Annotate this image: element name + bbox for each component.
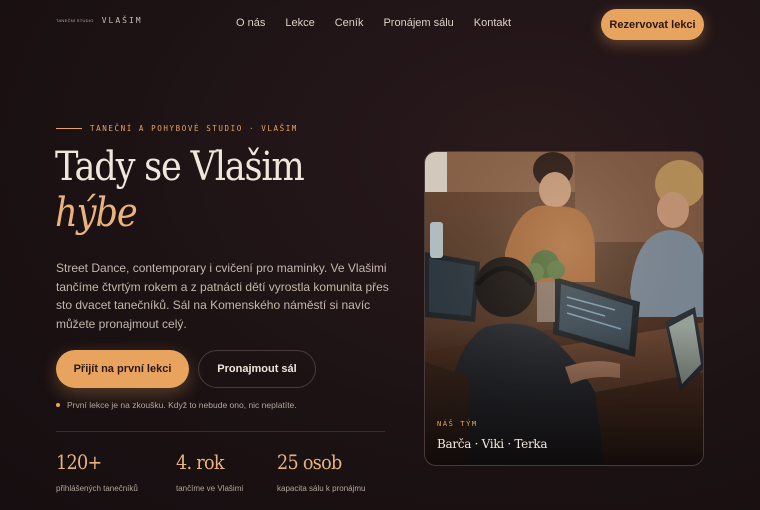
stat-value: 25 osob <box>277 450 342 474</box>
stat-dancers: 120+ přihlášených tanečníků <box>56 450 138 493</box>
team-photo: NÁŠ TÝM Barča · Viki · Terka <box>424 151 704 466</box>
first-lesson-button[interactable]: Přijít na první lekci <box>56 350 189 388</box>
logo-text: VLAŠIM <box>101 16 143 25</box>
photo-caption: NÁŠ TÝM Barča · Viki · Terka <box>437 420 548 451</box>
stat-capacity: 25 osob kapacita sálu k pronájmu <box>277 450 366 493</box>
hero-title-accent: hýbe <box>55 190 138 236</box>
main-menu: O nás Lekce Ceník Pronájem sálu Kontakt <box>236 17 511 29</box>
eyebrow-line <box>56 128 82 129</box>
menu-item-kontakt[interactable]: Kontakt <box>474 17 511 29</box>
book-lesson-button[interactable]: Rezervovat lekci <box>601 9 704 40</box>
stat-label: přihlášených tanečníků <box>56 484 138 493</box>
logo[interactable]: TANEČNÍ STUDIO VLAŠIM <box>56 16 143 25</box>
note-text: První lekce je na zkoušku. Když to nebud… <box>67 400 297 410</box>
caption-kicker: NÁŠ TÝM <box>437 420 478 428</box>
hero-title: Tady se Vlašim hýbe <box>55 147 337 233</box>
stat-value: 4. rok <box>176 450 225 474</box>
eyebrow-text: TANEČNÍ A POHYBOVÉ STUDIO · VLAŠIM <box>90 124 298 133</box>
team-photo-illustration <box>425 152 703 465</box>
top-navigation: TANEČNÍ STUDIO VLAŠIM O nás Lekce Ceník … <box>0 0 760 48</box>
stat-years: 4. rok tančíme ve Vlašimi <box>176 450 243 493</box>
menu-item-lekce[interactable]: Lekce <box>285 17 314 29</box>
stat-value: 120+ <box>56 450 102 474</box>
hero-eyebrow: TANEČNÍ A POHYBOVÉ STUDIO · VLAŠIM <box>56 124 298 133</box>
caption-names: Barča · Viki · Terka <box>437 437 548 451</box>
stat-label: tančíme ve Vlašimi <box>176 484 244 493</box>
menu-item-o-nas[interactable]: O nás <box>236 17 265 29</box>
hero-title-line1: Tady se Vlašim <box>55 144 305 190</box>
menu-item-pronajem-salu[interactable]: Pronájem sálu <box>383 17 453 29</box>
hero-lead: Street Dance, contemporary i cvičení pro… <box>56 261 389 331</box>
menu-item-cenik[interactable]: Ceník <box>335 17 364 29</box>
rent-hall-button[interactable]: Pronajmout sál <box>198 350 316 388</box>
stat-label: kapacita sálu k pronájmu <box>277 484 366 493</box>
trial-note: První lekce je na zkoušku. Když to nebud… <box>56 400 297 410</box>
stats-divider <box>56 431 385 432</box>
note-dot <box>56 403 60 407</box>
logo-mark: TANEČNÍ STUDIO <box>56 18 94 23</box>
